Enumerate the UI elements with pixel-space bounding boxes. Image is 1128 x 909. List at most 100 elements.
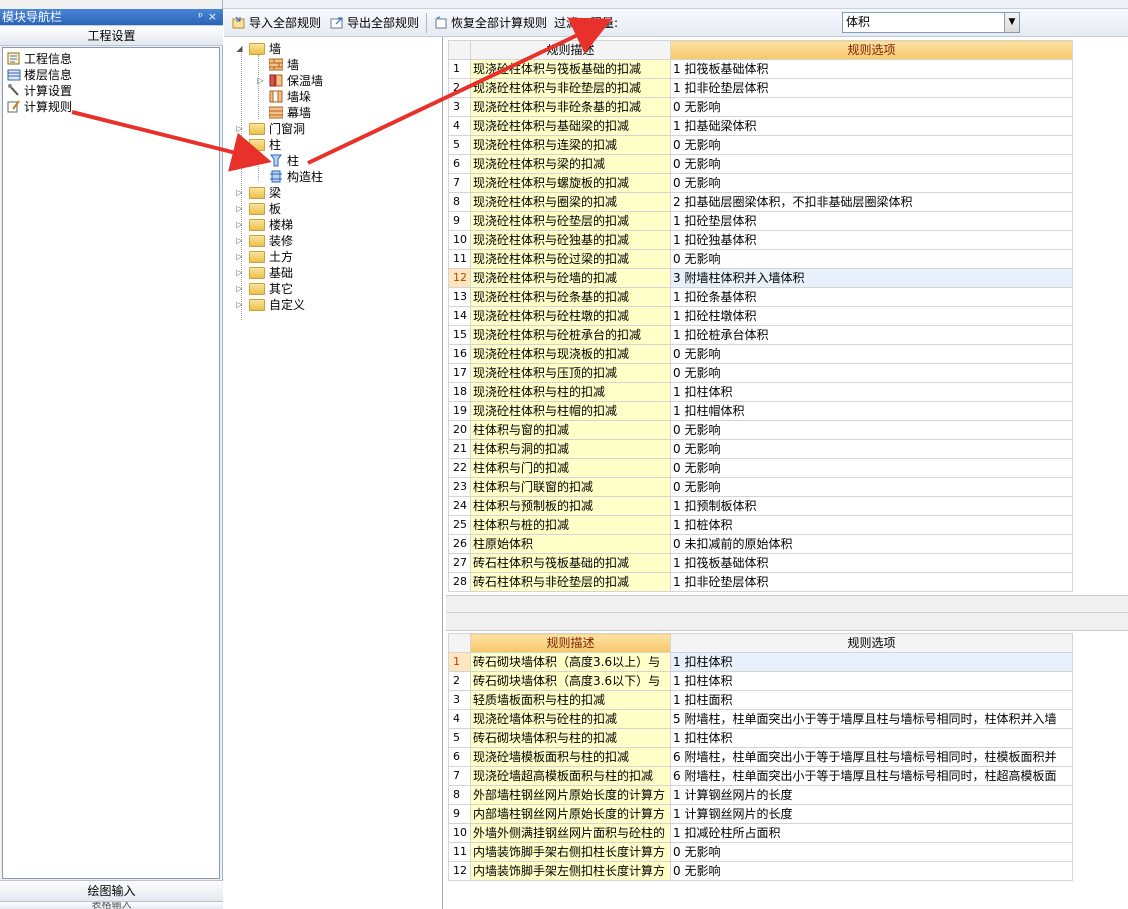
collapse-icon[interactable]: ◢ [235,44,244,53]
rule-option-header[interactable]: 规则选项 [670,633,1073,653]
filter-quantity-select[interactable]: 体积 ▼ [842,12,1020,33]
rule-option-cell[interactable]: 6 附墙柱，柱单面突出小于等于墙厚且柱与墙标号相同时，柱超高模板面 [670,766,1073,786]
export-rules-button[interactable]: 导出全部规则 [330,14,419,32]
table-row[interactable]: 27 砖石柱体积与筏板基础的扣减 1 扣筏板基础体积 [448,553,1073,573]
tree-node-curtain-wall[interactable]: 幕墙 [269,105,311,121]
tree-node-other[interactable]: ▷ 其它 [235,281,293,297]
dropdown-arrow-icon[interactable]: ▼ [1004,13,1019,32]
rule-option-cell[interactable]: 1 扣基础梁体积 [670,116,1073,136]
nav-item-project-info[interactable]: 工程信息 [7,51,72,67]
rule-option-cell[interactable]: 1 扣柱帽体积 [670,401,1073,421]
tree-node-decoration[interactable]: ▷ 装修 [235,233,293,249]
table-row[interactable]: 5 现浇砼柱体积与连梁的扣减 0 无影响 [448,135,1073,155]
rule-option-cell[interactable]: 1 扣柱体积 [670,728,1073,748]
expand-icon[interactable]: ▷ [235,236,244,245]
table-row[interactable]: 21 柱体积与洞的扣减 0 无影响 [448,439,1073,459]
table-row[interactable]: 12 现浇砼柱体积与砼墙的扣减 3 附墙柱体积并入墙体积 [448,268,1073,288]
rule-description-header[interactable]: 规则描述 [470,40,671,60]
rule-option-cell[interactable]: 1 扣桩体积 [670,515,1073,535]
expand-icon[interactable]: ▷ [235,124,244,133]
rule-option-cell[interactable]: 1 计算钢丝网片的长度 [670,804,1073,824]
table-row[interactable]: 24 柱体积与预制板的扣减 1 扣预制板体积 [448,496,1073,516]
table-row[interactable]: 7 现浇砼柱体积与螺旋板的扣减 0 无影响 [448,173,1073,193]
table-row[interactable]: 9 现浇砼柱体积与砼垫层的扣减 1 扣砼垫层体积 [448,211,1073,231]
restore-rules-button[interactable]: 恢复全部计算规则 [434,14,547,32]
tree-node-column[interactable]: ◢ 柱 [235,137,281,153]
panel-splitter[interactable] [446,595,1128,631]
rule-option-cell[interactable]: 0 无影响 [670,135,1073,155]
rule-option-cell[interactable]: 0 无影响 [670,420,1073,440]
table-row[interactable]: 19 现浇砼柱体积与柱帽的扣减 1 扣柱帽体积 [448,401,1073,421]
rule-option-cell[interactable]: 0 无影响 [670,861,1073,881]
tree-node-earthwork[interactable]: ▷ 土方 [235,249,293,265]
tree-node-slab[interactable]: ▷ 板 [235,201,281,217]
rule-option-cell[interactable]: 0 无影响 [670,154,1073,174]
rule-option-cell[interactable]: 0 无影响 [670,363,1073,383]
table-row[interactable]: 1 砖石砌块墙体积（高度3.6以上）与 1 扣柱体积 [448,652,1073,672]
rule-option-cell[interactable]: 2 扣基础层圈梁体积，不扣非基础层圈梁体积 [670,192,1073,212]
table-row[interactable]: 22 柱体积与门的扣减 0 无影响 [448,458,1073,478]
rule-option-cell[interactable]: 5 附墙柱，柱单面突出小于等于墙厚且柱与墙标号相同时，柱体积并入墙 [670,709,1073,729]
table-row[interactable]: 14 现浇砼柱体积与砼柱墩的扣减 1 扣砼柱墩体积 [448,306,1073,326]
rule-option-cell[interactable]: 1 扣砼条基体积 [670,287,1073,307]
table-row[interactable]: 25 柱体积与桩的扣减 1 扣桩体积 [448,515,1073,535]
table-row[interactable]: 7 现浇砼墙超高模板面积与柱的扣减 6 附墙柱，柱单面突出小于等于墙厚且柱与墙标号相… [448,766,1073,786]
nav-item-calc-rules[interactable]: 计算规则 [7,99,72,115]
tree-node-column-child[interactable]: 柱 [269,153,299,169]
import-rules-button[interactable]: 导入全部规则 [232,14,321,32]
rule-option-cell[interactable]: 1 扣柱面积 [670,690,1073,710]
tree-node-custom[interactable]: ▷ 自定义 [235,297,305,313]
tree-node-beam[interactable]: ▷ 梁 [235,185,281,201]
expand-icon[interactable]: ▷ [235,188,244,197]
table-row[interactable]: 8 现浇砼柱体积与圈梁的扣减 2 扣基础层圈梁体积，不扣非基础层圈梁体积 [448,192,1073,212]
expand-icon[interactable]: ▷ [235,300,244,309]
rule-option-cell[interactable]: 1 扣非砼垫层体积 [670,572,1073,592]
table-row[interactable]: 4 现浇砼墙体积与砼柱的扣减 5 附墙柱，柱单面突出小于等于墙厚且柱与墙标号相同时，… [448,709,1073,729]
table-row[interactable]: 20 柱体积与窗的扣减 0 无影响 [448,420,1073,440]
tree-node-structural-column[interactable]: 构造柱 [269,169,323,185]
expand-icon[interactable]: ▷ [235,220,244,229]
tree-node-wall-pier[interactable]: 墙垛 [269,89,311,105]
expand-icon[interactable]: ▷ [235,284,244,293]
rule-description-header[interactable]: 规则描述 [470,633,671,653]
table-row[interactable]: 23 柱体积与门联窗的扣减 0 无影响 [448,477,1073,497]
table-row[interactable]: 10 外墙外侧满挂钢丝网片面积与砼柱的 1 扣减砼柱所占面积 [448,823,1073,843]
rule-option-cell[interactable]: 1 扣柱体积 [670,382,1073,402]
rule-option-cell[interactable]: 1 计算钢丝网片的长度 [670,785,1073,805]
rule-option-cell[interactable]: 0 未扣减前的原始体积 [670,534,1073,554]
rule-option-cell[interactable]: 1 扣减砼柱所占面积 [670,823,1073,843]
rule-option-header[interactable]: 规则选项 [670,40,1073,60]
rule-option-cell[interactable]: 1 扣砼垫层体积 [670,211,1073,231]
rule-option-cell[interactable]: 0 无影响 [670,477,1073,497]
rule-option-cell[interactable]: 1 扣筏板基础体积 [670,59,1073,79]
table-row[interactable]: 9 内部墙柱钢丝网片原始长度的计算方 1 计算钢丝网片的长度 [448,804,1073,824]
expand-icon[interactable]: ▷ [235,268,244,277]
table-row[interactable]: 1 现浇砼柱体积与筏板基础的扣减 1 扣筏板基础体积 [448,59,1073,79]
rule-option-cell[interactable]: 1 扣砼柱墩体积 [670,306,1073,326]
rule-option-cell[interactable]: 0 无影响 [670,173,1073,193]
rule-option-cell[interactable]: 1 扣预制板体积 [670,496,1073,516]
rule-option-cell[interactable]: 3 附墙柱体积并入墙体积 [670,268,1073,288]
rule-option-cell[interactable]: 0 无影响 [670,344,1073,364]
rule-option-cell[interactable]: 0 无影响 [670,97,1073,117]
nav-item-calc-settings[interactable]: 计算设置 [7,83,72,99]
rule-option-cell[interactable]: 6 附墙柱，柱单面突出小于等于墙厚且柱与墙标号相同时，柱模板面积并 [670,747,1073,767]
rule-option-cell[interactable]: 0 无影响 [670,249,1073,269]
tree-node-wall[interactable]: ◢ 墙 [235,41,281,57]
tree-node-foundation[interactable]: ▷ 基础 [235,265,293,281]
table-row[interactable]: 16 现浇砼柱体积与现浇板的扣减 0 无影响 [448,344,1073,364]
table-row[interactable]: 12 内墙装饰脚手架左侧扣柱长度计算方 0 无影响 [448,861,1073,881]
rule-option-cell[interactable]: 1 扣非砼垫层体积 [670,78,1073,98]
table-row[interactable]: 28 砖石柱体积与非砼垫层的扣减 1 扣非砼垫层体积 [448,572,1073,592]
nav-section-drawing-input[interactable]: 绘图输入 [0,880,223,901]
table-row[interactable]: 3 轻质墙板面积与柱的扣减 1 扣柱面积 [448,690,1073,710]
table-row[interactable]: 5 砖石砌块墙体积与柱的扣减 1 扣柱体积 [448,728,1073,748]
table-row[interactable]: 13 现浇砼柱体积与砼条基的扣减 1 扣砼条基体积 [448,287,1073,307]
rule-option-cell[interactable]: 1 扣柱体积 [670,671,1073,691]
rule-option-cell[interactable]: 1 扣砼独基体积 [670,230,1073,250]
table-row[interactable]: 6 现浇砼柱体积与梁的扣减 0 无影响 [448,154,1073,174]
rule-option-cell[interactable]: 0 无影响 [670,458,1073,478]
nav-section-project-settings[interactable]: 工程设置 [0,25,223,46]
pin-icon[interactable]: ᵖ [198,9,203,25]
table-row[interactable]: 11 现浇砼柱体积与砼过梁的扣减 0 无影响 [448,249,1073,269]
